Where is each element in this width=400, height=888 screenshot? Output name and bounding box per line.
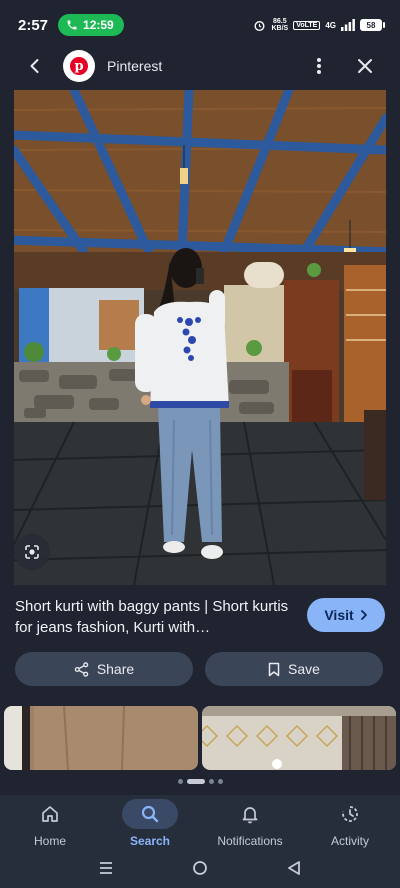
- network-speed-unit: KB/S: [271, 25, 289, 32]
- save-button[interactable]: Save: [205, 652, 383, 686]
- network-speed-value: 86.5: [273, 18, 287, 25]
- close-icon: [358, 59, 372, 73]
- nav-icon-container: [22, 799, 78, 829]
- page-header: p Pinterest: [0, 46, 400, 86]
- related-image-preview: [202, 706, 396, 770]
- circle-home-icon: [193, 861, 207, 875]
- bell-icon: [242, 807, 258, 824]
- bottom-navigation: Home Search Notifications Activity: [0, 795, 400, 853]
- carousel-dot: [208, 779, 214, 784]
- share-label: Share: [96, 661, 135, 677]
- close-button[interactable]: [345, 46, 385, 86]
- recents-icon: [100, 862, 113, 874]
- activity-icon: [342, 806, 358, 822]
- carousel-dot-active: [186, 779, 205, 784]
- bookmark-icon: [268, 662, 280, 676]
- share-icon: [74, 661, 89, 677]
- signal-icon: [341, 19, 355, 31]
- pinterest-logo-mark: p: [70, 57, 88, 75]
- more-options-button[interactable]: [299, 46, 339, 86]
- photo-illustration: [14, 90, 386, 585]
- network-type: 4G: [325, 20, 336, 30]
- phone-icon: [67, 20, 77, 30]
- home-system-button[interactable]: [192, 860, 208, 881]
- alarm-icon: [254, 20, 265, 31]
- result-caption: Short kurti with baggy pants | Short kur…: [15, 598, 289, 636]
- status-icons: 86.5 KB/S VoLTE 4G 58: [253, 18, 385, 32]
- nav-item-notifications[interactable]: Notifications: [200, 795, 300, 853]
- volte-badge: VoLTE: [293, 20, 321, 30]
- google-lens-button[interactable]: [14, 534, 50, 570]
- ongoing-call-chip[interactable]: 12:59: [58, 14, 124, 36]
- home-icon: [42, 806, 58, 822]
- pinterest-logo: p: [63, 50, 95, 82]
- nav-item-home[interactable]: Home: [0, 795, 100, 853]
- system-navigation-bar: [0, 853, 400, 888]
- back-button[interactable]: [15, 46, 55, 86]
- share-button[interactable]: Share: [15, 652, 193, 686]
- related-image-preview: [4, 706, 198, 770]
- chevron-left-icon: [30, 59, 39, 73]
- nav-icon-container: [222, 799, 278, 829]
- result-image[interactable]: [14, 90, 386, 585]
- nav-label-search: Search: [129, 834, 171, 848]
- status-time: 2:57: [18, 16, 49, 34]
- nav-item-activity[interactable]: Activity: [300, 795, 400, 853]
- search-icon: [141, 805, 159, 823]
- lens-icon: [25, 545, 39, 559]
- carousel-indicator: [0, 779, 400, 784]
- network-speed: 86.5 KB/S: [271, 18, 288, 32]
- nav-label-activity: Activity: [330, 834, 369, 848]
- carousel-dot: [177, 779, 183, 784]
- related-image[interactable]: [4, 706, 198, 770]
- related-images: [0, 706, 400, 770]
- visit-button[interactable]: Visit: [307, 598, 385, 632]
- nav-label-notifications: Notifications: [217, 834, 283, 848]
- recent-apps-button[interactable]: [99, 861, 113, 880]
- status-bar: 2:57 12:59 86.5 KB/S VoLTE 4G 58: [0, 0, 400, 50]
- nav-icon-container: [322, 799, 378, 829]
- site-name: Pinterest: [107, 58, 163, 74]
- nav-icon-container: [122, 799, 178, 829]
- nav-item-search[interactable]: Search: [100, 795, 200, 853]
- chevron-right-icon: [360, 610, 367, 620]
- triangle-back-icon: [287, 861, 300, 875]
- nav-label-home: Home: [33, 834, 66, 848]
- call-timer: 12:59: [83, 18, 114, 32]
- more-vert-icon: [317, 58, 321, 74]
- visit-label: Visit: [324, 607, 354, 623]
- related-image[interactable]: [202, 706, 396, 770]
- carousel-dot: [217, 779, 223, 784]
- battery-indicator: 58: [360, 19, 385, 31]
- back-system-button[interactable]: [287, 860, 301, 881]
- save-label: Save: [288, 661, 320, 677]
